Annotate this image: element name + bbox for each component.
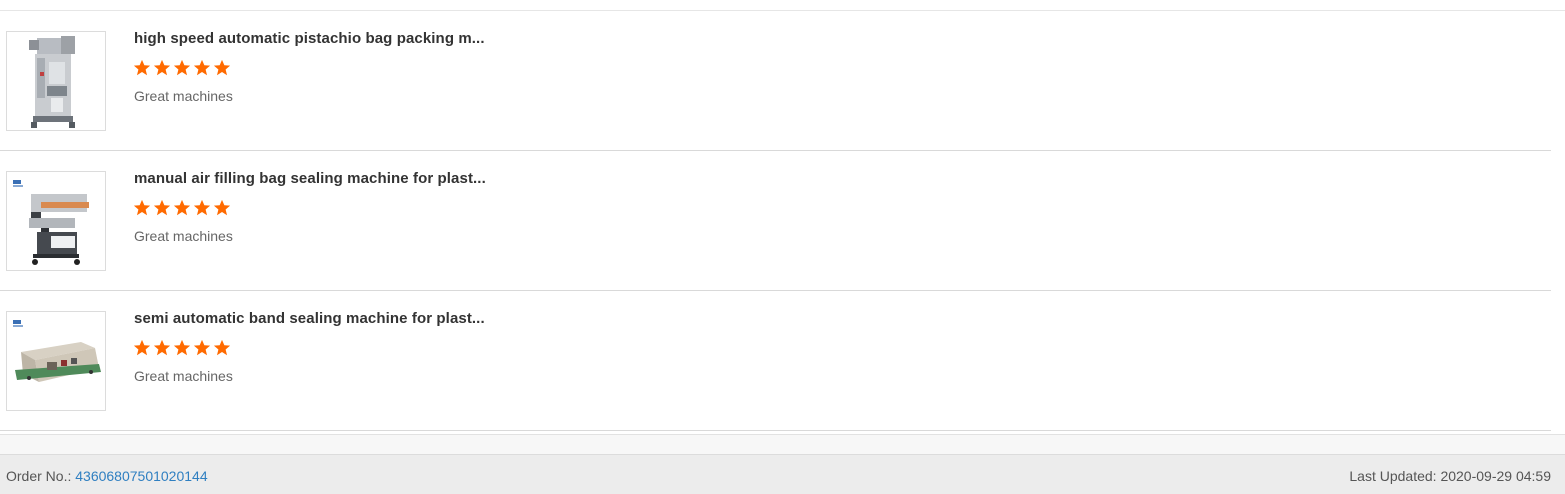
section-spacer [0,434,1565,454]
star-icon [173,59,191,76]
vertical-band-sealer-image [7,172,105,270]
star-icon [213,199,231,216]
star-icon [193,339,211,356]
star-icon [133,339,151,356]
horizontal-band-sealer-image [7,312,105,410]
order-footer: Order No.: 43606807501020144 Last Update… [0,454,1565,494]
last-updated-value: 2020-09-29 04:59 [1440,468,1551,484]
review-comment: Great machines [134,368,233,384]
star-icon [153,59,171,76]
order-number-label: Order No.: [6,468,72,484]
star-icon [153,339,171,356]
star-rating [133,59,231,79]
product-thumbnail[interactable] [6,171,106,271]
product-thumbnail[interactable] [6,31,106,131]
star-icon [173,339,191,356]
star-icon [193,199,211,216]
star-icon [133,199,151,216]
star-icon [213,339,231,356]
star-icon [213,59,231,76]
star-rating [133,199,231,219]
star-rating [133,339,231,359]
product-title[interactable]: semi automatic band sealing machine for … [134,310,485,327]
review-comment: Great machines [134,228,233,244]
star-icon [133,59,151,76]
last-updated-row: Last Updated: 2020-09-29 04:59 [1349,468,1551,484]
star-icon [153,199,171,216]
review-list: high speed automatic pistachio bag packi… [0,11,1565,431]
star-icon [173,199,191,216]
vertical-packing-machine-image [7,32,105,130]
star-icon [193,59,211,76]
order-number-row: Order No.: 43606807501020144 [6,468,208,484]
review-comment: Great machines [134,88,233,104]
review-item: manual air filling bag sealing machine f… [0,151,1551,291]
review-item: semi automatic band sealing machine for … [0,291,1551,431]
order-number-link[interactable]: 43606807501020144 [75,468,207,484]
product-title[interactable]: manual air filling bag sealing machine f… [134,170,486,187]
product-title[interactable]: high speed automatic pistachio bag packi… [134,30,485,47]
review-item: high speed automatic pistachio bag packi… [0,11,1551,151]
order-review-page: high speed automatic pistachio bag packi… [0,0,1565,494]
last-updated-label: Last Updated: [1349,468,1437,484]
product-thumbnail[interactable] [6,311,106,411]
